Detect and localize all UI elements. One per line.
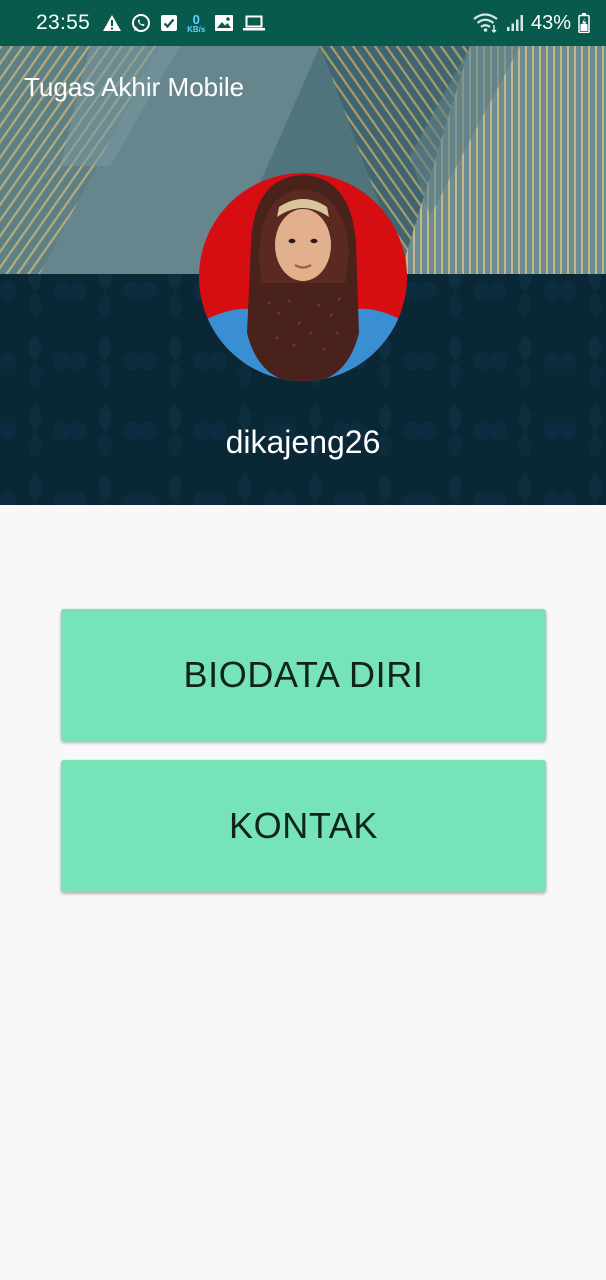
laptop-icon [243,15,266,31]
profile-header: Tugas Akhir Mobile dikajeng26 [0,46,606,505]
warning-icon [102,14,122,32]
net-speed-unit: KB/s [187,24,206,34]
notification-icons: 0 KB/s [102,13,266,34]
battery-percentage: 43% [530,11,571,34]
net-speed-indicator: 0 KB/s [187,13,205,34]
system-icons: 43% [473,12,590,35]
username: dikajeng26 [225,424,381,460]
status-time: 23:55 [36,11,91,34]
kontak-button[interactable]: KONTAK [61,760,546,892]
battery-icon [578,13,590,33]
status-bar: 23:55 0 KB/s 43% [0,0,606,46]
net-speed-value: 0 [192,11,200,27]
gallery-icon [214,14,234,32]
whatsapp-icon [131,13,151,33]
checkbox-icon [160,14,178,32]
wifi-icon [473,13,499,33]
profile-avatar [199,173,407,381]
signal-icon [506,14,524,32]
app-title: Tugas Akhir Mobile [24,72,245,102]
app-screen: 23:55 0 KB/s 43% Tugas Akhir Mobile dika… [0,0,606,1280]
biodata-button[interactable]: BIODATA DIRI [61,609,546,741]
